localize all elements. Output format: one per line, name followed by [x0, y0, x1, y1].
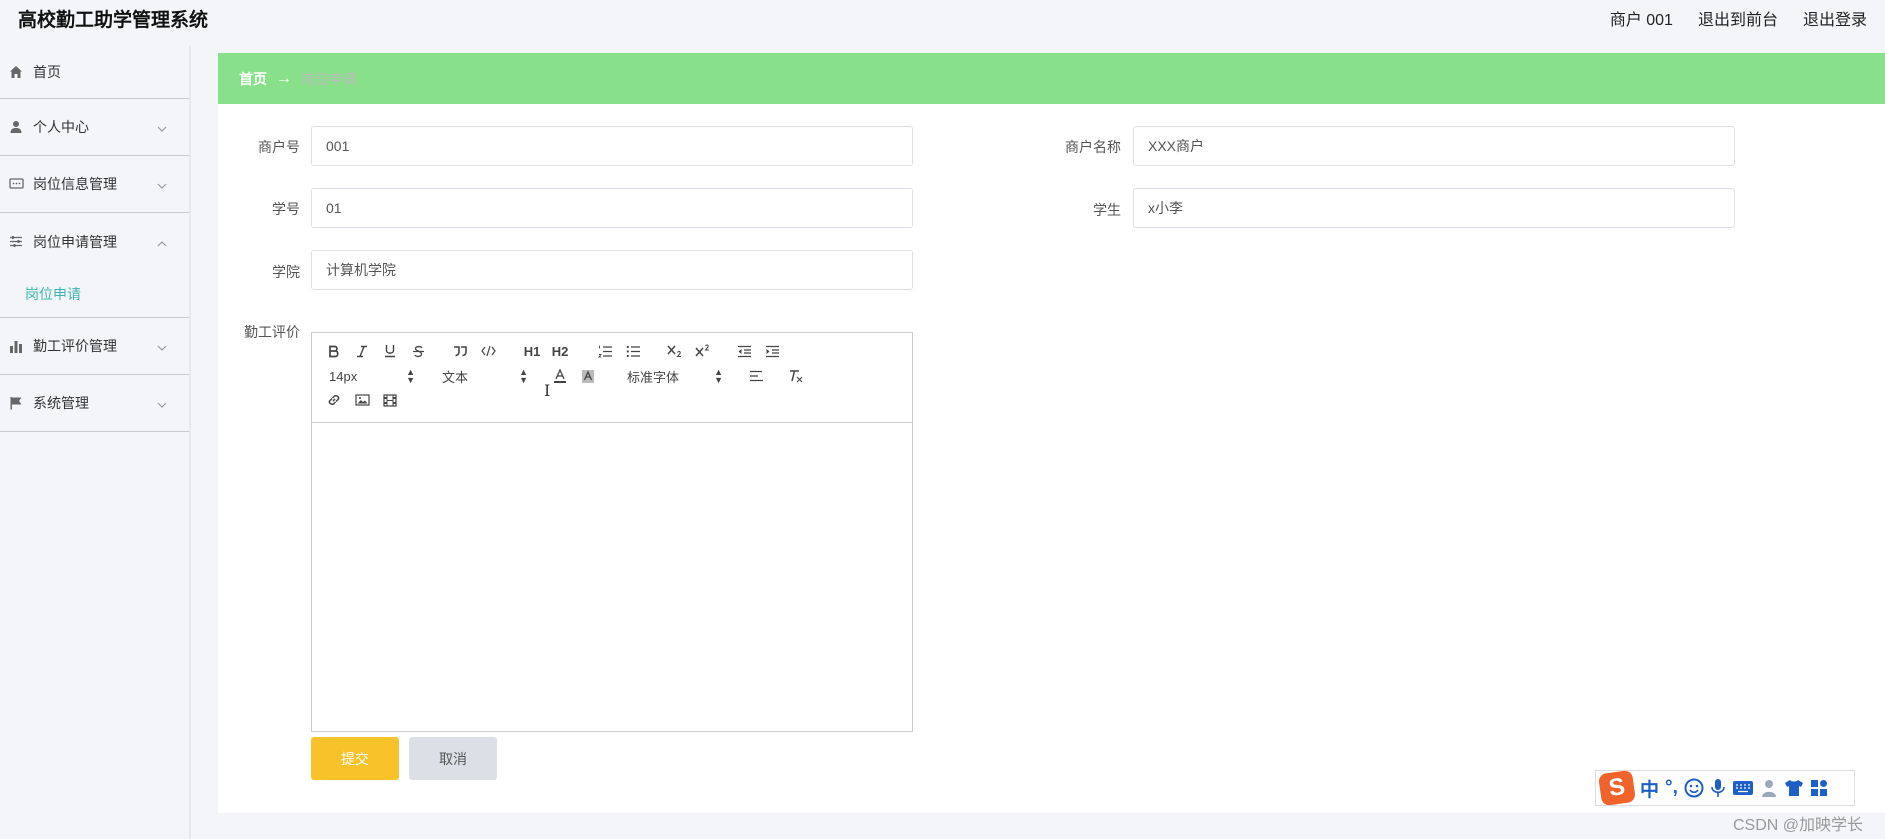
bullet-list-icon[interactable]: [625, 341, 641, 361]
blockquote-icon[interactable]: [452, 341, 468, 361]
font-color-icon[interactable]: [552, 366, 568, 386]
emoji-icon[interactable]: [1684, 778, 1704, 798]
heading-2-icon[interactable]: H2: [550, 341, 570, 361]
ime-toolbar: S 中 °,: [1595, 769, 1855, 807]
font-family-value: 标准字体: [627, 369, 680, 385]
sidebar-item-label: 个人中心: [33, 119, 89, 135]
select-caret-icon: ▲ ▼: [714, 367, 723, 385]
breadcrumb-current: 岗位申请: [301, 70, 357, 87]
chevron-down-icon: [157, 176, 167, 192]
select-caret-icon: ▲ ▼: [406, 367, 415, 385]
student-no-field[interactable]: 01: [311, 188, 913, 228]
align-icon[interactable]: [748, 366, 764, 386]
student-label: 学生: [1093, 202, 1121, 218]
merchant-no-field[interactable]: 001: [311, 126, 913, 166]
heading-1-icon[interactable]: H1: [522, 341, 542, 361]
sogou-logo-icon[interactable]: S: [1597, 769, 1637, 807]
strikethrough-icon[interactable]: [410, 341, 426, 361]
sidebar-subitem-job-application[interactable]: 岗位申请: [0, 270, 189, 318]
sidebar-item-home[interactable]: 首页: [0, 46, 189, 99]
sidebar-item-label: 首页: [33, 64, 61, 80]
breadcrumb: 首页 → 岗位申请: [218, 53, 1885, 104]
video-icon[interactable]: [382, 390, 398, 410]
font-size-select[interactable]: 14px ▲ ▼: [329, 366, 415, 386]
keyboard-icon[interactable]: [1732, 780, 1754, 796]
exit-to-front-link[interactable]: 退出到前台: [1698, 6, 1778, 30]
chevron-down-icon: [157, 119, 167, 135]
merchant-name-field[interactable]: XXX商户: [1133, 126, 1735, 166]
home-icon: [8, 64, 24, 80]
bold-icon[interactable]: [326, 341, 342, 361]
italic-icon[interactable]: [354, 341, 370, 361]
background-color-icon[interactable]: [580, 366, 596, 386]
editor-content[interactable]: [312, 423, 912, 731]
merchant-name-label: 商户名称: [1065, 139, 1121, 155]
underline-icon[interactable]: [382, 341, 398, 361]
evaluation-label: 勤工评价: [244, 324, 300, 340]
indent-icon[interactable]: [764, 341, 780, 361]
microphone-icon[interactable]: [1710, 778, 1726, 798]
flag-icon: [8, 395, 24, 411]
image-icon[interactable]: [354, 390, 370, 410]
chat-icon: [8, 176, 24, 192]
sidebar: 首页 个人中心 岗位信息管理 岗位申请管理 岗位申请 勤工评价管理 系统管理: [0, 46, 191, 839]
chevron-down-icon: [157, 395, 167, 411]
sidebar-item-label: 勤工评价管理: [33, 338, 117, 354]
chevron-down-icon: [157, 338, 167, 354]
sidebar-item-label: 岗位信息管理: [33, 176, 117, 192]
toolbox-grid-icon[interactable]: [1810, 779, 1828, 797]
clear-format-icon[interactable]: [788, 366, 804, 386]
college-label: 学院: [272, 264, 300, 280]
cancel-button[interactable]: 取消: [409, 737, 497, 780]
watermark: CSDN @加映学长: [1733, 817, 1864, 834]
bar-chart-icon: [8, 338, 24, 354]
skin-shirt-icon[interactable]: [1784, 779, 1804, 797]
select-caret-icon: ▲ ▼: [519, 367, 528, 385]
logout-link[interactable]: 退出登录: [1803, 6, 1867, 30]
sidebar-item-label: 岗位申请管理: [33, 233, 117, 250]
top-header: 高校勤工助学管理系统 商户 001 退出到前台 退出登录: [0, 0, 1885, 32]
user-name-link[interactable]: 商户 001: [1610, 6, 1673, 30]
superscript-icon[interactable]: [694, 341, 712, 361]
sidebar-item-system[interactable]: 系统管理: [0, 375, 189, 432]
chevron-up-icon: [157, 234, 167, 250]
student-no-label: 学号: [272, 201, 300, 217]
main-content: 首页 → 岗位申请 商户号 001 商户名称 XXX商户 学号 01 学生 x小…: [218, 53, 1885, 813]
header-select-value: 文本: [442, 369, 469, 385]
ime-punct-toggle[interactable]: °,: [1665, 777, 1678, 799]
font-size-value: 14px: [329, 368, 358, 384]
ime-lang-toggle[interactable]: 中: [1640, 775, 1659, 802]
user-assistant-icon[interactable]: [1760, 778, 1778, 798]
outdent-icon[interactable]: [736, 341, 752, 361]
student-field[interactable]: x小李: [1133, 188, 1735, 228]
sidebar-item-job-application[interactable]: 岗位申请管理: [0, 213, 189, 270]
header-select[interactable]: 文本 ▲ ▼: [442, 366, 528, 386]
editor-toolbar: H1 H2 14px ▲ ▼ 文本 ▲ ▼ 标准字体 ▲ ▼: [312, 333, 912, 423]
app-title: 高校勤工助学管理系统: [18, 10, 209, 31]
sidebar-item-evaluation[interactable]: 勤工评价管理: [0, 318, 189, 375]
college-field[interactable]: 计算机学院: [311, 250, 913, 290]
sidebar-item-label: 系统管理: [33, 395, 89, 411]
breadcrumb-arrow: →: [276, 69, 292, 87]
rich-text-editor: H1 H2 14px ▲ ▼ 文本 ▲ ▼ 标准字体 ▲ ▼ I: [311, 332, 913, 732]
subscript-icon[interactable]: [666, 341, 684, 361]
code-block-icon[interactable]: [480, 341, 496, 361]
merchant-no-label: 商户号: [258, 139, 300, 155]
sidebar-item-profile[interactable]: 个人中心: [0, 99, 189, 156]
link-icon[interactable]: [326, 390, 342, 410]
ordered-list-icon[interactable]: [597, 341, 613, 361]
submit-button[interactable]: 提交: [311, 737, 399, 780]
header-actions: 商户 001 退出到前台 退出登录: [1610, 6, 1867, 30]
text-cursor-icon: I: [544, 381, 551, 400]
user-icon: [8, 119, 24, 135]
breadcrumb-home[interactable]: 首页: [239, 69, 267, 89]
sidebar-item-job-info[interactable]: 岗位信息管理: [0, 156, 189, 213]
font-family-select[interactable]: 标准字体 ▲ ▼: [627, 366, 723, 386]
sliders-icon: [8, 234, 24, 250]
